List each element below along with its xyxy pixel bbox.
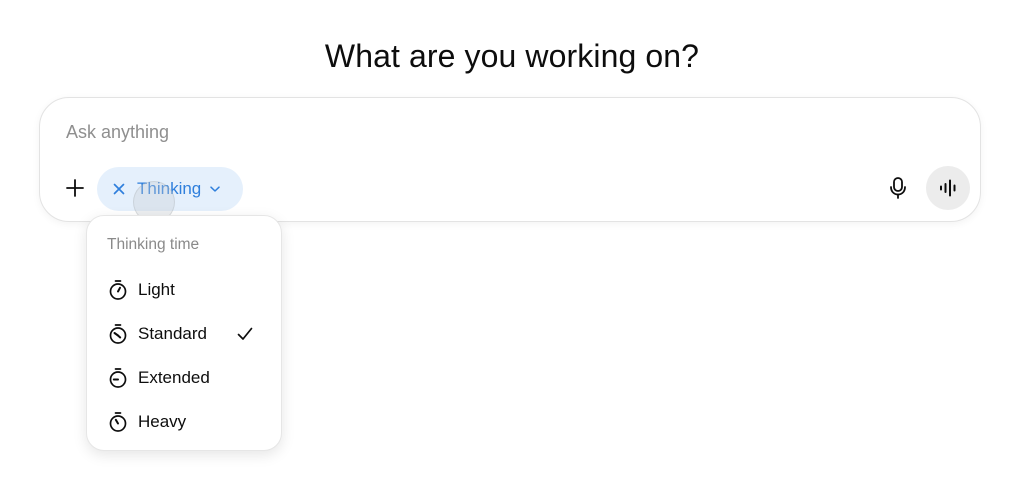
- menu-item-standard[interactable]: Standard: [95, 314, 273, 354]
- prompt-composer: Thinking: [39, 97, 981, 223]
- menu-item-label: Extended: [138, 368, 210, 387]
- checkmark-icon: [235, 324, 255, 344]
- prompt-input[interactable]: [66, 118, 866, 146]
- plus-icon: [66, 179, 84, 197]
- dictate-button[interactable]: [884, 174, 912, 202]
- menu-item-label: Standard: [138, 324, 207, 343]
- remove-thinking-button[interactable]: [109, 179, 129, 199]
- menu-item-label: Heavy: [138, 412, 187, 431]
- stopwatch-extended-icon: [107, 367, 129, 389]
- thinking-mode-pill[interactable]: Thinking: [97, 167, 243, 211]
- voice-mode-button[interactable]: [926, 166, 970, 210]
- chevron-down-icon: [208, 182, 222, 196]
- microphone-icon: [890, 177, 906, 199]
- stopwatch-standard-icon: [107, 323, 129, 345]
- stopwatch-light-icon: [107, 279, 129, 301]
- thinking-pill-label: Thinking: [137, 179, 202, 198]
- close-icon: [113, 183, 125, 195]
- voice-mode-icon: [940, 179, 956, 197]
- menu-item-light[interactable]: Light: [95, 270, 273, 310]
- menu-item-label: Light: [138, 280, 175, 299]
- menu-item-extended[interactable]: Extended: [95, 358, 273, 398]
- menu-header: Thinking time: [107, 236, 200, 253]
- stopwatch-heavy-icon: [107, 411, 129, 433]
- thinking-time-menu: Thinking time Light Standard Extended He…: [86, 215, 282, 451]
- menu-item-heavy[interactable]: Heavy: [95, 402, 273, 442]
- page: What are you working on? Thinking: [0, 0, 1024, 477]
- page-title: What are you working on?: [324, 38, 700, 75]
- add-attachment-button[interactable]: [60, 173, 90, 203]
